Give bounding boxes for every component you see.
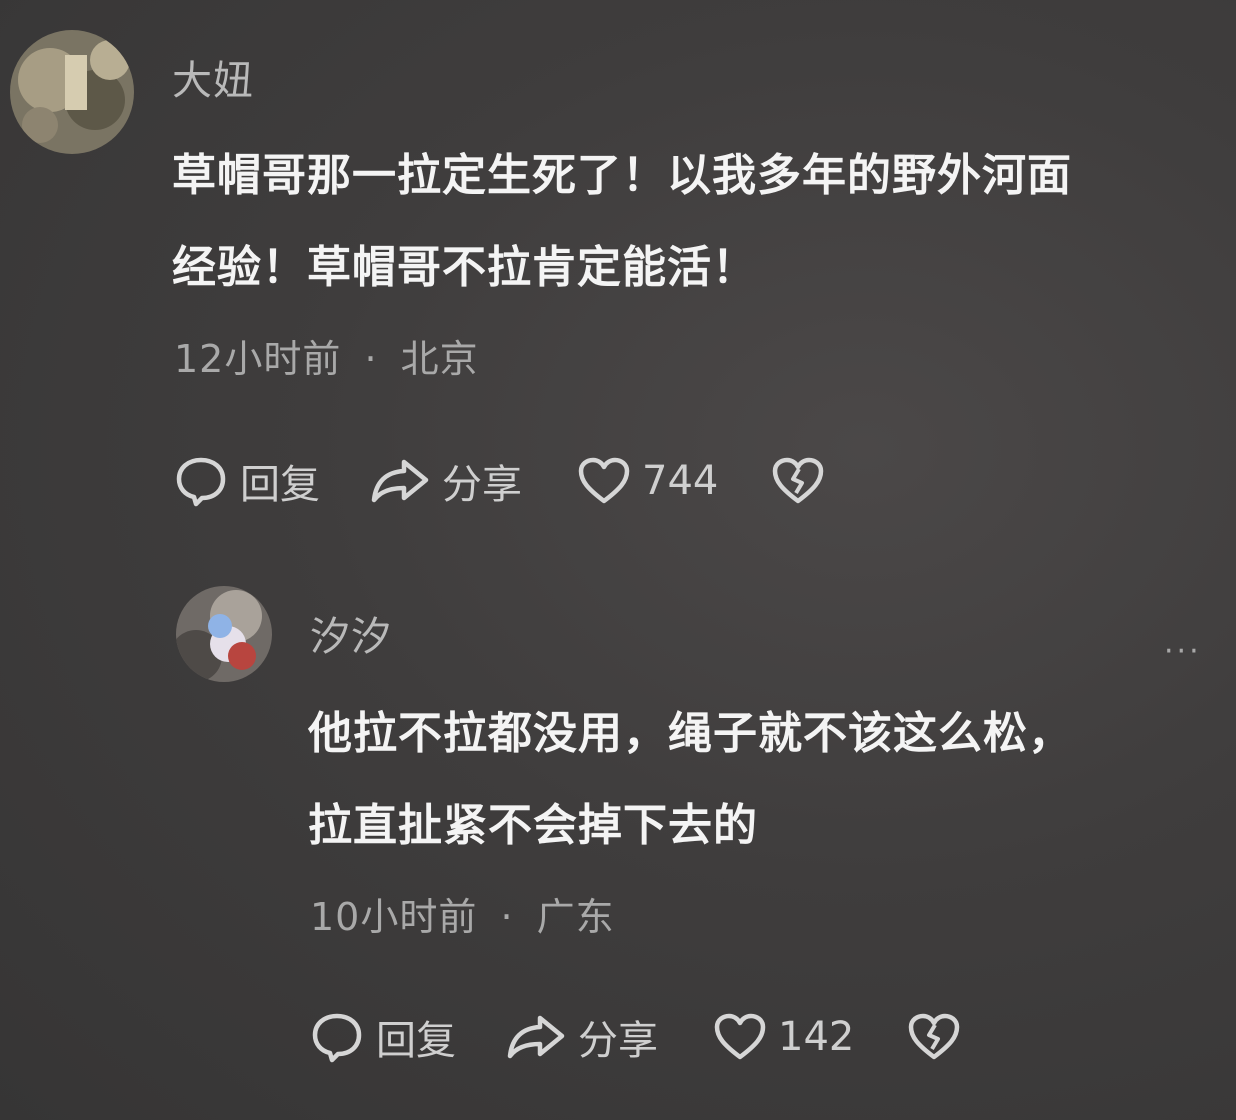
like-button[interactable]: 142 — [714, 1013, 854, 1061]
broken-heart-icon — [772, 457, 824, 505]
comment-text: 他拉不拉都没用，绳子就不该这么松， 拉直扯紧不会掉下去的 — [308, 688, 1073, 872]
reply-label: 回复 — [376, 1018, 456, 1064]
reply-label: 回复 — [240, 462, 320, 508]
reply-button[interactable]: 回复 — [310, 1008, 456, 1066]
timestamp: 10小时前 — [310, 895, 478, 939]
share-arrow-icon — [506, 1010, 566, 1064]
broken-heart-icon — [908, 1013, 960, 1061]
separator: · — [364, 337, 378, 381]
location: 广东 — [536, 895, 615, 939]
more-options-button[interactable]: ··· — [1164, 634, 1202, 669]
dislike-button[interactable] — [908, 1013, 960, 1061]
like-count: 142 — [778, 1014, 855, 1060]
action-bar: 回复 分享 142 — [310, 1008, 960, 1066]
separator: · — [500, 895, 514, 939]
comment-bubble-icon — [310, 1010, 364, 1064]
avatar[interactable] — [10, 30, 134, 154]
like-button[interactable]: 744 — [578, 457, 718, 505]
reply-button[interactable]: 回复 — [174, 452, 320, 510]
timestamp: 12小时前 — [174, 337, 342, 381]
comment-meta: 12小时前 · 北京 — [174, 328, 479, 383]
comment-text-line: 拉直扯紧不会掉下去的 — [308, 800, 758, 851]
share-label: 分享 — [442, 462, 522, 508]
comment-text-line: 草帽哥那一拉定生死了！以我多年的野外河面 — [172, 150, 1072, 201]
comment-text-line: 他拉不拉都没用，绳子就不该这么松， — [308, 708, 1073, 759]
share-label: 分享 — [578, 1018, 658, 1064]
comment-text-line: 经验！草帽哥不拉肯定能活！ — [172, 242, 757, 293]
username[interactable]: 汐汐 — [310, 604, 392, 662]
heart-icon — [714, 1013, 766, 1061]
action-bar: 回复 分享 744 — [174, 452, 824, 510]
avatar[interactable] — [176, 586, 272, 682]
comment-bubble-icon — [174, 454, 228, 508]
share-button[interactable]: 分享 — [506, 1008, 658, 1066]
like-count: 744 — [642, 458, 719, 504]
comment-meta: 10小时前 · 广东 — [310, 886, 615, 941]
heart-icon — [578, 457, 630, 505]
share-arrow-icon — [370, 454, 430, 508]
dislike-button[interactable] — [772, 457, 824, 505]
location: 北京 — [400, 337, 479, 381]
share-button[interactable]: 分享 — [370, 452, 522, 510]
comment-text: 草帽哥那一拉定生死了！以我多年的野外河面 经验！草帽哥不拉肯定能活！ — [172, 130, 1072, 314]
username[interactable]: 大妞 — [172, 48, 254, 106]
